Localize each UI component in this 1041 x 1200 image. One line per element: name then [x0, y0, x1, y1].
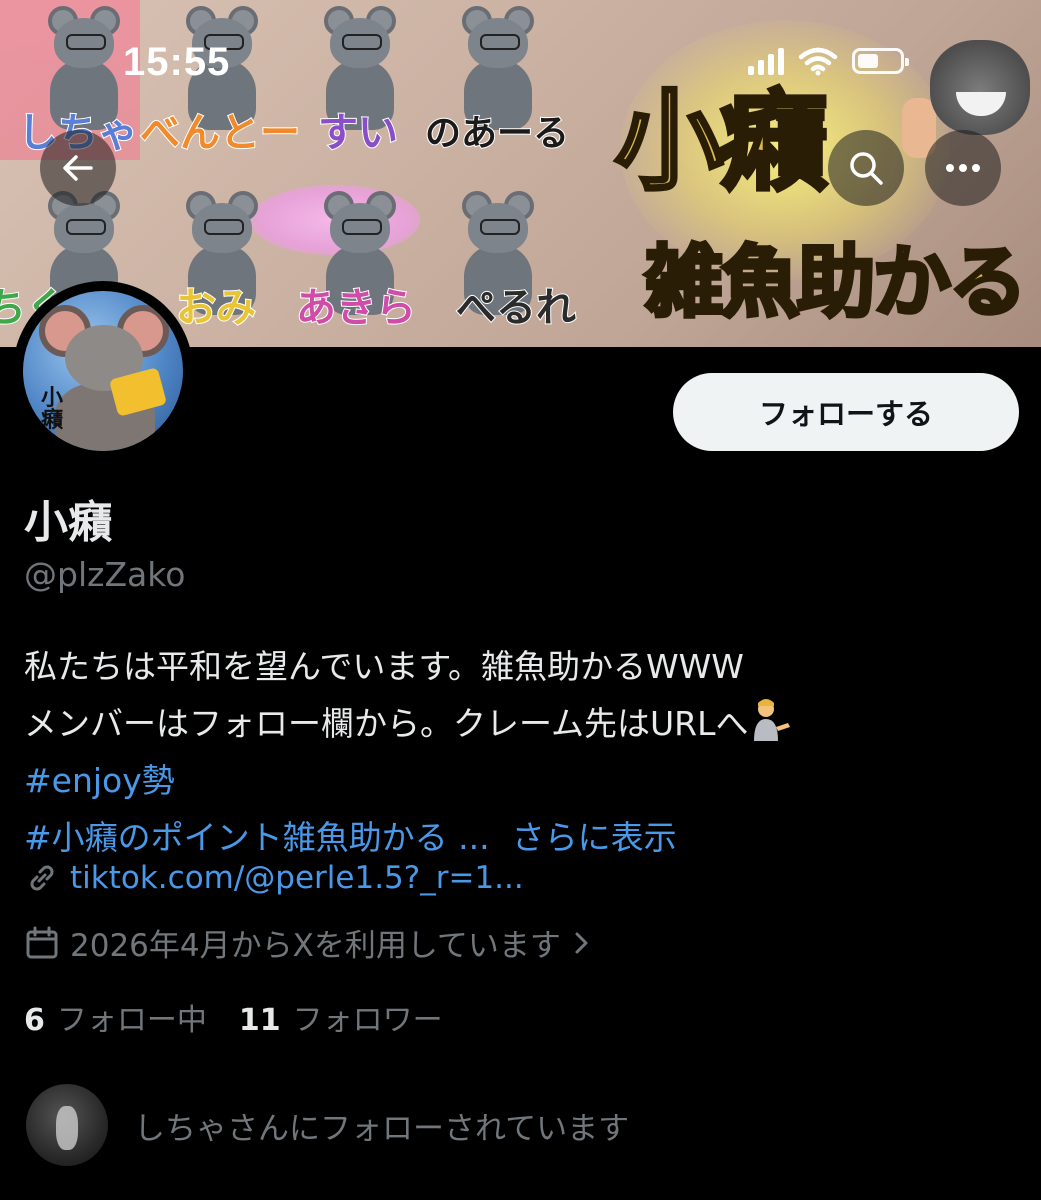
username-handle: @plzZako — [24, 555, 186, 594]
hamster-illustration — [930, 40, 1030, 135]
followed-by-row[interactable]: しちゃさんにフォローされています — [26, 1084, 629, 1166]
hashtag-link[interactable]: #小癪のポイント雑魚助かる ... — [24, 818, 490, 857]
avatar-image: 小癪 — [23, 291, 183, 451]
following-count: 6 — [24, 1003, 45, 1038]
followers-count: 11 — [238, 1003, 281, 1038]
search-icon — [850, 152, 883, 185]
profile-bio: 私たちは平和を望んでいます。雑魚助かるWWW メンバーはフォロー欄から。クレーム… — [24, 638, 1024, 866]
banner-member-tag: べんとー — [139, 109, 301, 157]
follow-button[interactable]: フォローする — [673, 373, 1019, 451]
bio-line: #小癪のポイント雑魚助かる ... さらに表示 — [24, 809, 1024, 866]
banner-member-tag: あきら — [295, 284, 417, 332]
following-label: フォロー中 — [56, 1003, 207, 1038]
cellular-signal-icon — [748, 47, 784, 75]
show-more-link[interactable]: さらに表示 — [512, 818, 677, 857]
more-icon — [946, 164, 980, 172]
more-options-button[interactable] — [925, 130, 1001, 206]
join-date-text: 2026年4月からXを利用しています — [70, 928, 561, 964]
banner-member-tag: おみ — [175, 284, 257, 332]
hashtag-link[interactable]: #enjoy勢 — [24, 752, 1024, 809]
display-name: 小癪 — [24, 497, 112, 548]
follow-stats: 6 フォロー中 11 フォロワー — [24, 995, 443, 1039]
followed-by-text: しちゃさんにフォローされています — [134, 1110, 630, 1147]
profile-url-row: tiktok.com/@perle1.5?_r=1... — [24, 860, 524, 896]
banner-member-tag: ぺるれ — [455, 284, 577, 332]
bio-line: メンバーはフォロー欄から。クレーム先はURLへ — [24, 695, 1024, 752]
banner-subtitle: 雑魚助かる — [643, 235, 1029, 330]
followers-label: フォロワー — [292, 1003, 443, 1038]
status-bar-icons — [748, 44, 909, 78]
back-arrow-icon — [63, 155, 93, 181]
bio-line-text: メンバーはフォロー欄から。クレーム先はURLへ — [24, 704, 749, 743]
link-icon — [30, 865, 54, 891]
back-button[interactable] — [40, 130, 116, 206]
status-bar-time: 15:55 — [123, 40, 231, 84]
chevron-right-icon — [575, 932, 588, 953]
profile-avatar[interactable]: 小癪 — [13, 281, 193, 461]
join-date-row[interactable]: 2026年4月からXを利用しています — [24, 920, 591, 965]
person-tipping-hand-icon — [748, 697, 792, 741]
following-stat[interactable]: 6 フォロー中 — [24, 995, 207, 1039]
wifi-icon — [798, 47, 838, 76]
bio-line: 私たちは平和を望んでいます。雑魚助かるWWW — [24, 647, 744, 686]
search-button[interactable] — [828, 130, 904, 206]
profile-website-link[interactable]: tiktok.com/@perle1.5?_r=1... — [70, 860, 524, 896]
followers-stat[interactable]: 11 フォロワー — [239, 995, 443, 1039]
battery-icon — [852, 48, 909, 74]
banner-member-tag: のあーる — [424, 112, 570, 155]
calendar-icon — [26, 926, 58, 958]
follower-avatar — [26, 1084, 108, 1166]
banner-title: 小癪 — [613, 77, 829, 207]
banner-member-tag: すい — [317, 109, 399, 157]
